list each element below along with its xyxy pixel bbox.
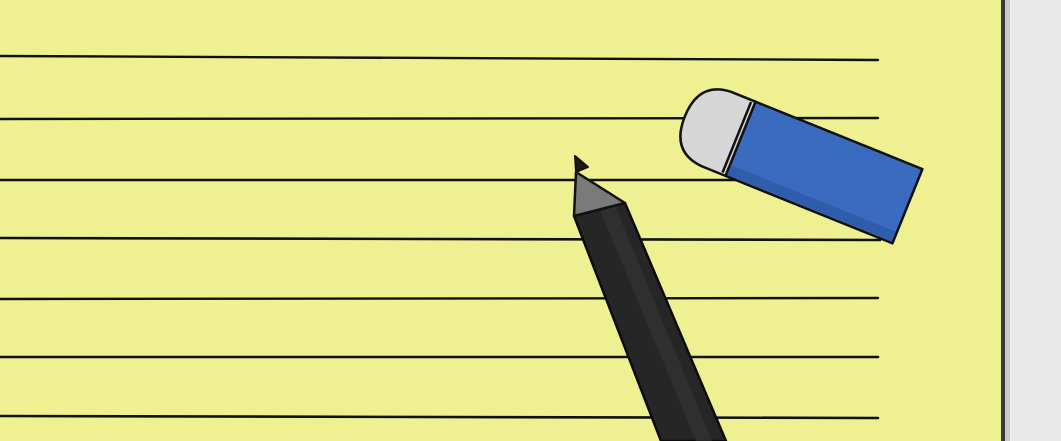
ruled-line bbox=[0, 296, 880, 301]
notepad-scene bbox=[0, 0, 1061, 441]
notepad-illustration bbox=[0, 0, 1061, 441]
